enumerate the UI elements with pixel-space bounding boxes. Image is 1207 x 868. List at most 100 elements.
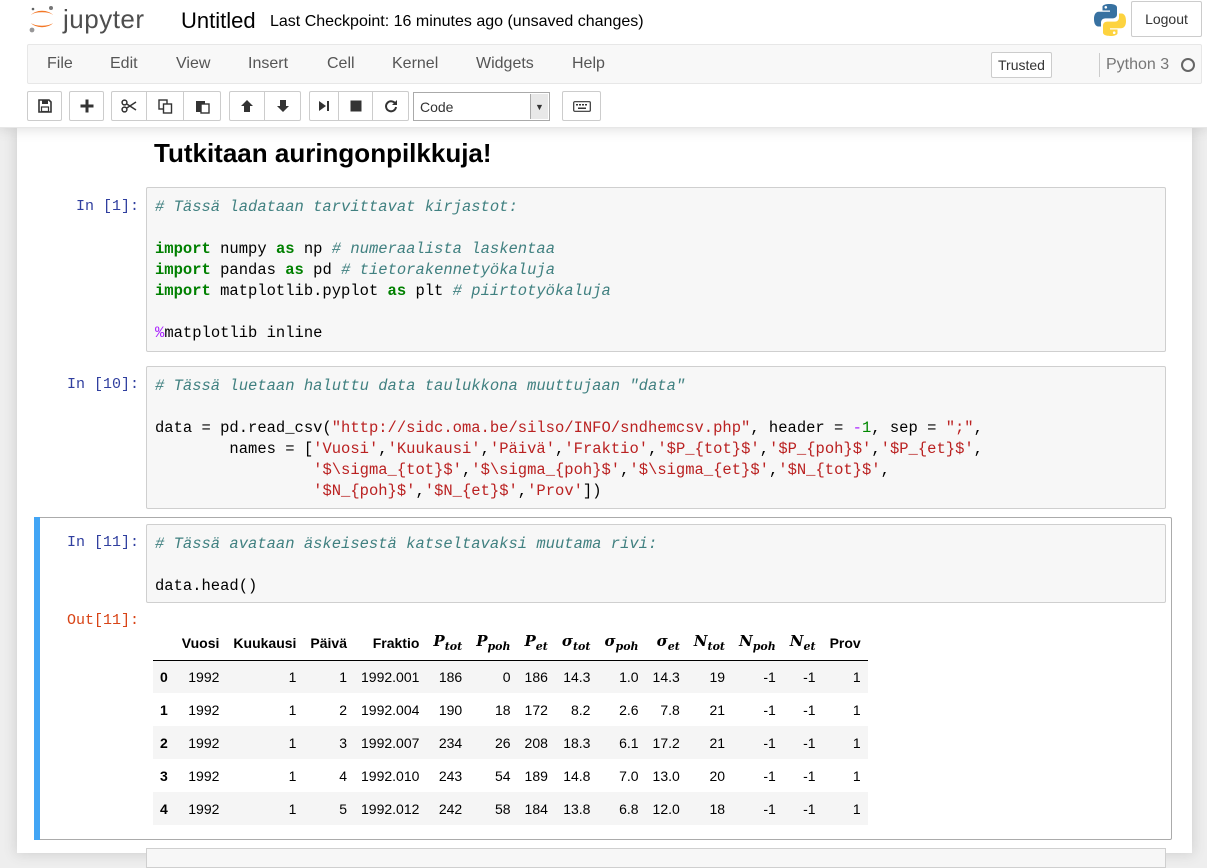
- table-cell: 18: [494, 701, 511, 718]
- code-line: '$N_{poh}$','$N_{et}$','Prov']): [313, 482, 602, 500]
- trusted-indicator[interactable]: Trusted: [991, 52, 1052, 78]
- python-logo-icon: [1094, 4, 1126, 36]
- menu-cell[interactable]: Cell: [327, 55, 355, 73]
- table-cell: 1: [852, 701, 861, 718]
- notebook-container: Tutkitaan auringonpilkkuja! In [1]: # Tä…: [17, 128, 1192, 868]
- code-line: import matplotlib.pyplot as plt # piirto…: [155, 282, 611, 300]
- table-cell: 242: [438, 800, 463, 817]
- code-cell-input[interactable]: # Tässä ladataan tarvittavat kirjastot: …: [146, 187, 1166, 352]
- column-header: Pet: [517, 626, 555, 661]
- plus-icon: [80, 99, 93, 113]
- keyboard-icon: [572, 100, 591, 112]
- column-header: Ntot: [686, 626, 733, 661]
- table-cell: 1992.001: [361, 668, 420, 685]
- table-body: 0 1992 1 1 1992.001 186 0 186 14.3 1.0 14.3 19 -1 -1 1…: [153, 660, 868, 825]
- jupyter-logo[interactable]: jupyter: [27, 3, 145, 35]
- scissors-icon: [121, 99, 137, 113]
- insert-cell-button[interactable]: [69, 91, 104, 121]
- table-cell: 1.0: [619, 668, 639, 685]
- table-cell: 26: [494, 734, 511, 751]
- kernel-idle-indicator-icon: [1181, 58, 1195, 72]
- column-header: Vuosi: [174, 626, 227, 661]
- row-index: 1: [160, 701, 168, 718]
- code-line: # Tässä avataan äskeisestä katseltavaksi…: [155, 535, 658, 553]
- notebook-title[interactable]: Untitled: [181, 8, 256, 34]
- table-cell: 0: [502, 668, 511, 685]
- code-line: import numpy as np # numeraalista lasken…: [155, 240, 556, 258]
- copy-button[interactable]: [147, 91, 184, 121]
- markdown-heading[interactable]: Tutkitaan auringonpilkkuja!: [154, 138, 492, 169]
- cell-type-value: Code: [420, 98, 454, 115]
- table-cell: -1: [763, 767, 776, 784]
- menu-view[interactable]: View: [176, 55, 210, 73]
- run-button[interactable]: [309, 91, 339, 121]
- column-header: Prov: [822, 626, 868, 661]
- menu-insert[interactable]: Insert: [248, 55, 288, 73]
- table-cell: 18: [709, 800, 726, 817]
- code-line: %matplotlib inline: [155, 324, 323, 342]
- table-cell: -1: [763, 668, 776, 685]
- selected-cell-indicator: [34, 517, 40, 840]
- table-cell: 1: [288, 701, 297, 718]
- column-header: Net: [782, 626, 823, 661]
- paste-button[interactable]: [184, 91, 221, 121]
- table-cell: 184: [524, 800, 548, 817]
- table-cell: 234: [438, 734, 463, 751]
- menu-kernel[interactable]: Kernel: [392, 55, 438, 73]
- code-cell-input[interactable]: # Tässä luetaan haluttu data taulukkona …: [146, 366, 1166, 509]
- floppy-disk-icon: [37, 99, 52, 113]
- table-cell: -1: [803, 701, 816, 718]
- table-cell: 1992: [188, 701, 220, 718]
- column-header: σpoh: [597, 626, 646, 661]
- menu-help[interactable]: Help: [572, 55, 605, 73]
- cell-type-select[interactable]: Code ▼: [413, 92, 550, 121]
- code-cell-input[interactable]: [146, 848, 1166, 868]
- stop-icon: [350, 100, 361, 112]
- table-cell: 1: [288, 800, 297, 817]
- chevron-down-icon: ▼: [530, 94, 548, 119]
- code-line: names = ['Vuosi','Kuukausi','Päivä','Fra…: [155, 440, 983, 458]
- move-down-button[interactable]: [265, 91, 301, 121]
- row-index: 0: [160, 668, 168, 685]
- table-cell: -1: [803, 734, 816, 751]
- table-cell: 3: [339, 734, 348, 751]
- column-header: Päivä: [303, 626, 355, 661]
- table-cell: 18.3: [563, 734, 591, 751]
- table-cell: 1992.010: [361, 767, 420, 784]
- command-palette-button[interactable]: [562, 91, 601, 121]
- code-line: # Tässä ladataan tarvittavat kirjastot:: [155, 198, 518, 216]
- table-cell: -1: [803, 668, 816, 685]
- table-header-row: Vuosi Kuukausi Päivä Fraktio Ptot Ppoh P…: [153, 626, 868, 661]
- table-cell: 1: [288, 767, 297, 784]
- table-cell: 186: [524, 668, 548, 685]
- table-cell: 1992: [188, 668, 220, 685]
- table-cell: 54: [494, 767, 511, 784]
- cut-button[interactable]: [111, 91, 147, 121]
- column-header: σtot: [554, 626, 598, 661]
- menu-edit[interactable]: Edit: [110, 55, 138, 73]
- table-cell: 7.8: [660, 701, 680, 718]
- move-up-button[interactable]: [229, 91, 265, 121]
- table-cell: 1: [852, 668, 861, 685]
- table-cell: -1: [763, 734, 776, 751]
- table-cell: 5: [339, 800, 348, 817]
- arrow-up-icon: [241, 100, 253, 112]
- table-cell: 208: [524, 734, 548, 751]
- checkpoint-status: Last Checkpoint: 16 minutes ago (unsaved…: [270, 13, 644, 30]
- notebook-header: jupyter Untitled Last Checkpoint: 16 min…: [0, 0, 1207, 128]
- restart-button[interactable]: [373, 91, 409, 121]
- menu-file[interactable]: File: [47, 55, 73, 73]
- code-line: data = pd.read_csv("http://sidc.oma.be/s…: [155, 419, 983, 437]
- table-row: 4 1992 1 5 1992.012 242 58 184 13.8 6.8 12.0 18 -1 -1…: [153, 792, 868, 825]
- interrupt-button[interactable]: [339, 91, 373, 121]
- logout-button[interactable]: Logout: [1131, 1, 1202, 37]
- table-cell: 19: [709, 668, 726, 685]
- code-cell-input[interactable]: # Tässä avataan äskeisestä katseltavaksi…: [146, 524, 1166, 603]
- menu-widgets[interactable]: Widgets: [476, 55, 534, 73]
- table-cell: 6.1: [619, 734, 639, 751]
- copy-icon: [157, 98, 172, 114]
- table-cell: 1992.012: [361, 800, 420, 817]
- table-cell: 21: [709, 734, 726, 751]
- kernel-name: Python 3: [1106, 56, 1170, 73]
- save-button[interactable]: [27, 91, 62, 121]
